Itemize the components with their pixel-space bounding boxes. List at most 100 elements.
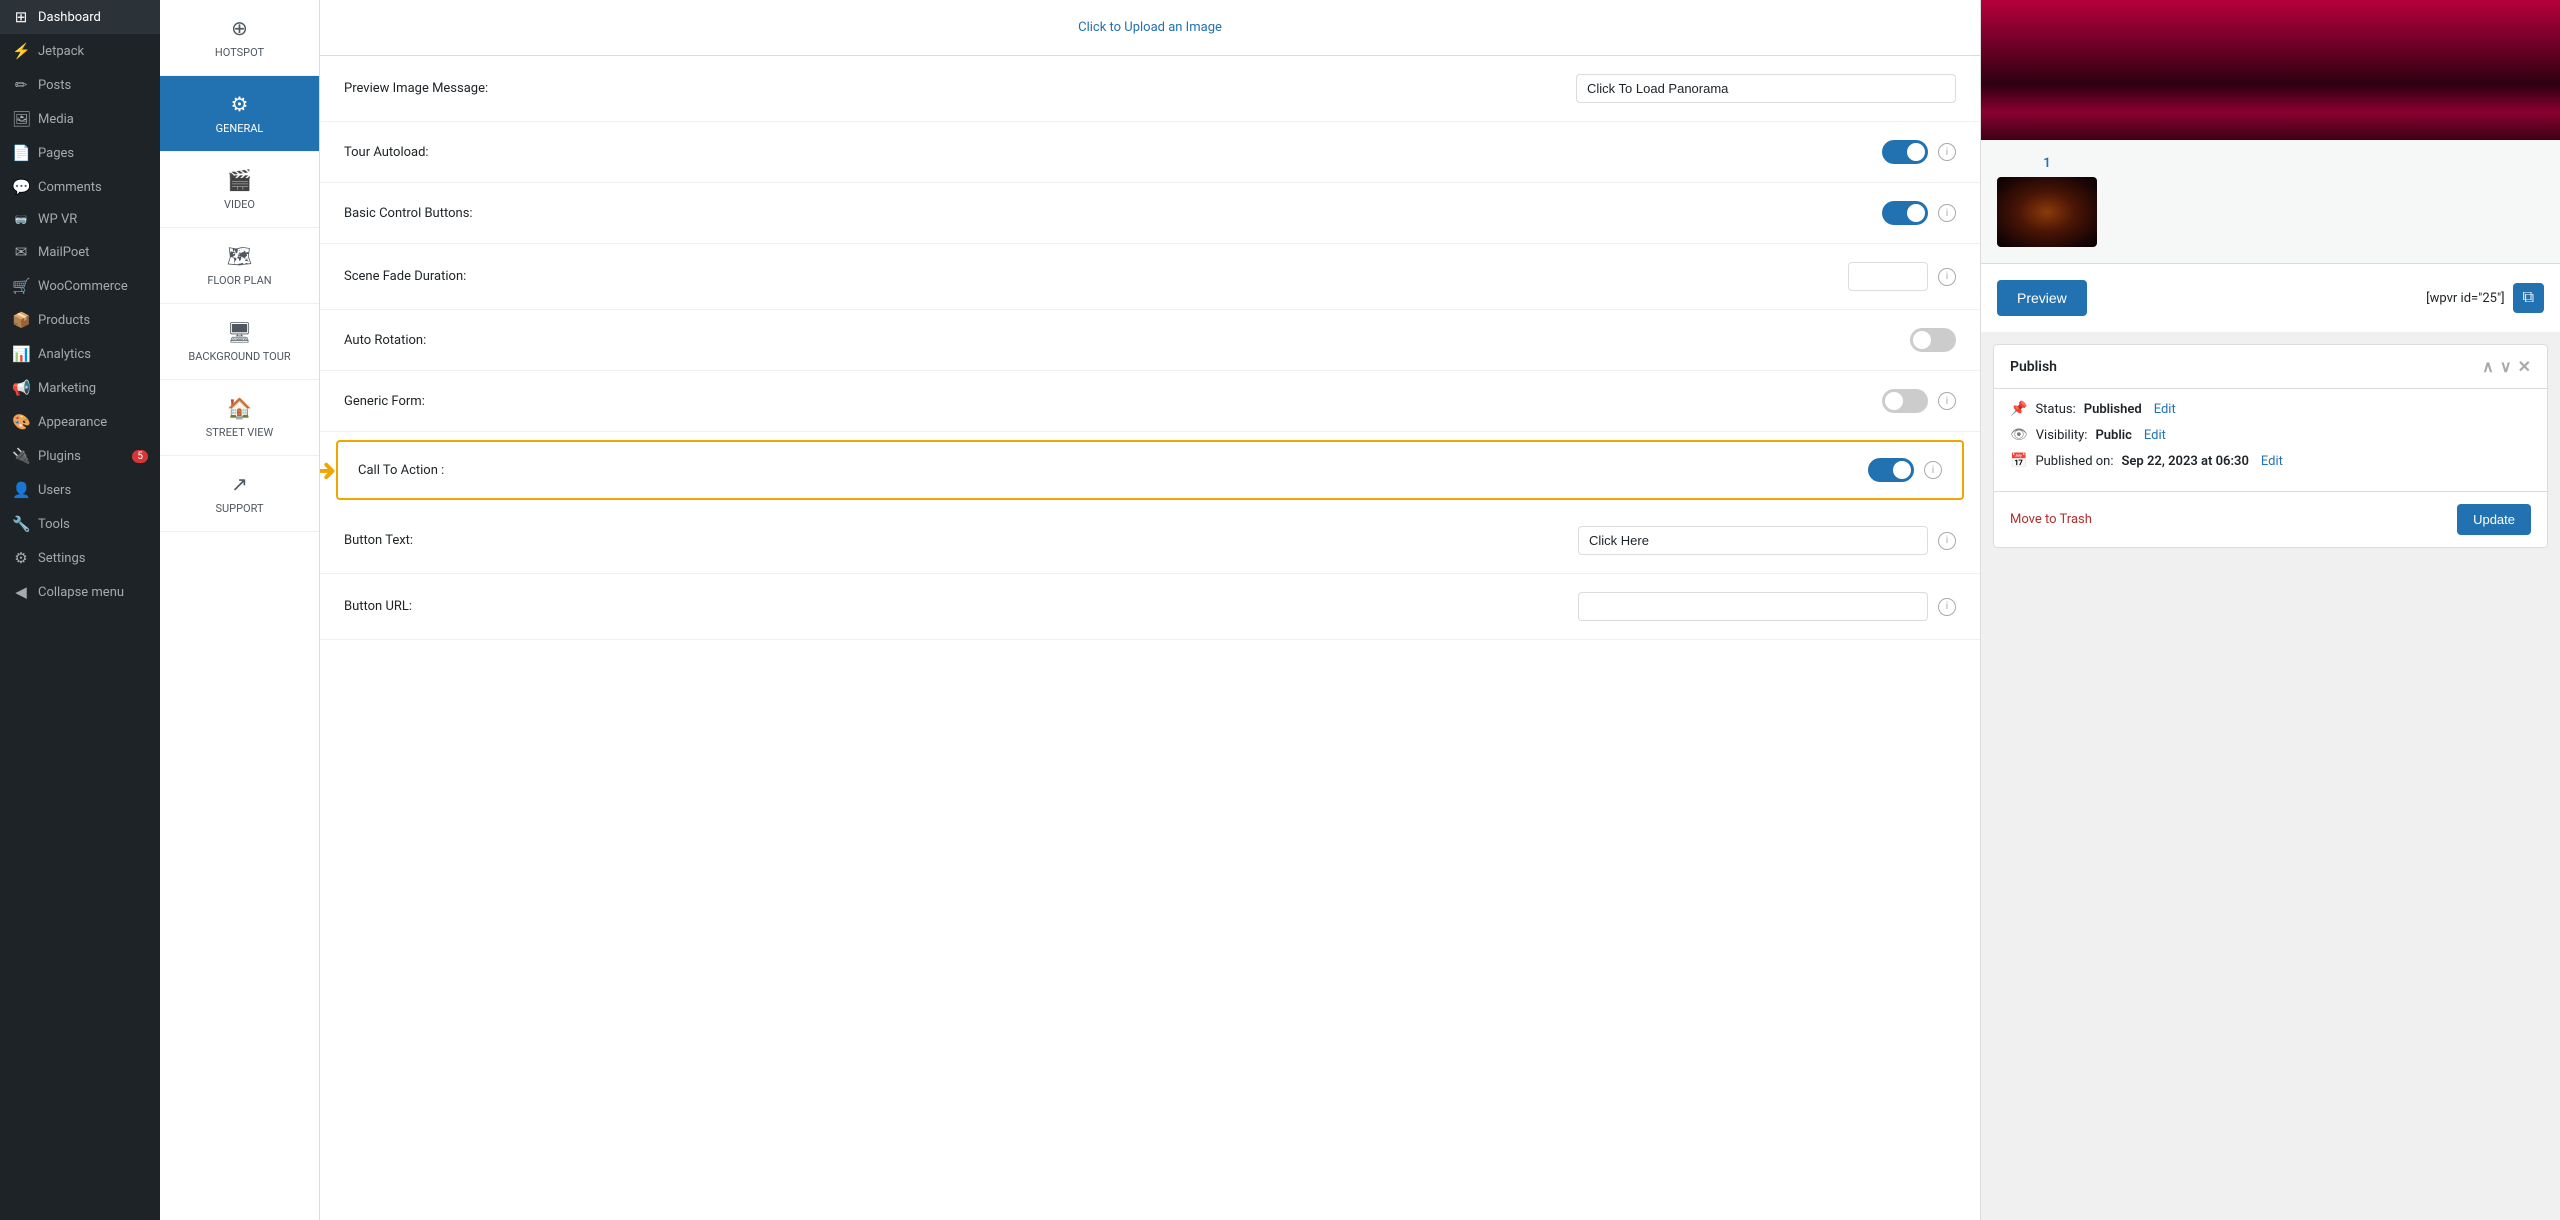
preview-image-message-label: Preview Image Message:: [344, 81, 488, 96]
sidebar-item-posts[interactable]: ✏ Posts: [0, 68, 160, 102]
visibility-edit-link[interactable]: Edit: [2144, 428, 2166, 443]
section-background-tour[interactable]: 🖥 BACKGROUND TOUR: [160, 304, 319, 380]
sidebar-item-label: MailPoet: [38, 245, 89, 260]
sidebar-item-dashboard[interactable]: ⊞ Dashboard: [0, 0, 160, 34]
wpvr-icon: 🥽: [12, 213, 30, 226]
basic-control-info[interactable]: i: [1938, 204, 1956, 222]
call-to-action-toggle[interactable]: [1868, 458, 1914, 482]
basic-control-buttons-row: Basic Control Buttons: i: [320, 183, 1980, 244]
close-publish-icon[interactable]: ✕: [2518, 357, 2531, 376]
sidebar-item-users[interactable]: 👤 Users: [0, 473, 160, 507]
section-hotspot[interactable]: ⊕ HOTSPOT: [160, 0, 319, 76]
section-street-view[interactable]: 🏠 STREET VIEW: [160, 380, 319, 456]
sidebar-item-plugins[interactable]: 🔌 Plugins 5: [0, 439, 160, 473]
sidebar-item-comments[interactable]: 💬 Comments: [0, 170, 160, 204]
sidebar-item-pages[interactable]: 📄 Pages: [0, 136, 160, 170]
generic-form-toggle[interactable]: [1882, 389, 1928, 413]
sidebar-item-woocommerce[interactable]: 🛒 WooCommerce: [0, 269, 160, 303]
thumbnail-container: 1: [1997, 156, 2097, 247]
sidebar-item-tools[interactable]: 🔧 Tools: [0, 507, 160, 541]
status-label: Status:: [2035, 402, 2075, 417]
move-to-trash-link[interactable]: Move to Trash: [2010, 512, 2092, 527]
sidebar-item-media[interactable]: 🖼 Media: [0, 102, 160, 136]
street-view-icon: 🏠: [227, 396, 252, 420]
sidebar-item-label: Tools: [38, 517, 70, 532]
auto-rotation-right: [1910, 328, 1956, 352]
arrow-annotation: ➜: [320, 451, 337, 489]
button-text-input[interactable]: [1578, 526, 1928, 555]
plugins-icon: 🔌: [12, 447, 30, 465]
scene-fade-info[interactable]: i: [1938, 268, 1956, 286]
publish-body: 📌 Status: Published Edit 👁 Visibility: P…: [1994, 389, 2547, 491]
products-icon: 📦: [12, 311, 30, 329]
collapse-up-icon[interactable]: ∧: [2482, 357, 2494, 376]
call-to-action-info[interactable]: i: [1924, 461, 1942, 479]
auto-rotation-toggle[interactable]: [1910, 328, 1956, 352]
bg-tour-icon: 🖥: [227, 320, 252, 344]
status-icon: 📌: [2010, 401, 2027, 417]
upload-bar[interactable]: Click to Upload an Image: [320, 0, 1980, 56]
copy-shortcode-button[interactable]: ⧉: [2513, 283, 2544, 313]
main-content: ⊕ HOTSPOT ⚙ GENERAL 🎬 VIDEO 🗺 FLOOR PLAN…: [160, 0, 2560, 1220]
visibility-label: Visibility:: [2036, 428, 2088, 443]
sidebar-item-appearance[interactable]: 🎨 Appearance: [0, 405, 160, 439]
sidebar-item-label: Comments: [38, 180, 102, 195]
section-label: HOTSPOT: [215, 46, 264, 59]
basic-control-toggle[interactable]: [1882, 201, 1928, 225]
sidebar-item-label: Analytics: [38, 347, 91, 362]
sidebar-item-label: Marketing: [38, 381, 96, 396]
tour-autoload-right: i: [1882, 140, 1956, 164]
tools-icon: 🔧: [12, 515, 30, 533]
sidebar-item-label: Dashboard: [38, 10, 101, 25]
call-to-action-right: i: [1868, 458, 1942, 482]
sidebar-item-mailpoet[interactable]: ✉ MailPoet: [0, 235, 160, 269]
section-video[interactable]: 🎬 VIDEO: [160, 152, 319, 228]
scene-fade-input[interactable]: [1848, 262, 1928, 291]
dashboard-icon: ⊞: [12, 8, 30, 26]
update-button[interactable]: Update: [2457, 504, 2531, 535]
sidebar-item-jetpack[interactable]: ⚡ Jetpack: [0, 34, 160, 68]
shortcode-text: [wpvr id="25"]: [2426, 291, 2504, 306]
published-edit-link[interactable]: Edit: [2261, 454, 2283, 469]
comments-icon: 💬: [12, 178, 30, 196]
preview-image-message-input[interactable]: [1576, 74, 1956, 103]
thumbnail-img[interactable]: [1997, 177, 2097, 247]
scene-fade-label: Scene Fade Duration:: [344, 269, 466, 284]
status-value: Published: [2084, 402, 2142, 417]
sidebar-item-label: Users: [38, 483, 71, 498]
scene-fade-duration-row: Scene Fade Duration: i: [320, 244, 1980, 310]
sidebar-item-marketing[interactable]: 📢 Marketing: [0, 371, 160, 405]
publish-footer: Move to Trash Update: [1994, 491, 2547, 547]
section-support[interactable]: ↗ SUPPORT: [160, 456, 319, 532]
button-url-input[interactable]: [1578, 592, 1928, 621]
sidebar-item-label: WP VR: [38, 212, 77, 227]
collapse-down-icon[interactable]: ∨: [2500, 357, 2512, 376]
sidebar-item-label: Collapse menu: [38, 585, 124, 600]
status-edit-link[interactable]: Edit: [2154, 402, 2176, 417]
marketing-icon: 📢: [12, 379, 30, 397]
sidebar-item-analytics[interactable]: 📊 Analytics: [0, 337, 160, 371]
sidebar-item-wpvr[interactable]: 🥽 WP VR: [0, 204, 160, 235]
button-text-label: Button Text:: [344, 533, 413, 548]
preview-button[interactable]: Preview: [1997, 280, 2087, 316]
button-text-info[interactable]: i: [1938, 532, 1956, 550]
visibility-icon: 👁: [2010, 427, 2028, 443]
tour-autoload-label: Tour Autoload:: [344, 145, 429, 160]
settings-container: Preview Image Message: Tour Autoload: i: [320, 56, 1980, 640]
section-general[interactable]: ⚙ GENERAL: [160, 76, 319, 152]
tour-autoload-toggle[interactable]: [1882, 140, 1928, 164]
sidebar-item-settings[interactable]: ⚙ Settings: [0, 541, 160, 575]
thumbnail-number: 1: [1997, 156, 2097, 171]
video-icon: 🎬: [227, 168, 252, 192]
publish-status-row: 📌 Status: Published Edit: [2010, 401, 2531, 417]
section-label: BACKGROUND TOUR: [188, 350, 290, 363]
section-label: FLOOR PLAN: [207, 274, 271, 287]
section-label: GENERAL: [216, 122, 264, 135]
plugins-badge: 5: [132, 450, 148, 463]
section-floorplan[interactable]: 🗺 FLOOR PLAN: [160, 228, 319, 304]
sidebar-item-collapse[interactable]: ◀ Collapse menu: [0, 575, 160, 609]
generic-form-info[interactable]: i: [1938, 392, 1956, 410]
button-url-info[interactable]: i: [1938, 598, 1956, 616]
sidebar-item-products[interactable]: 📦 Products: [0, 303, 160, 337]
tour-autoload-info[interactable]: i: [1938, 143, 1956, 161]
